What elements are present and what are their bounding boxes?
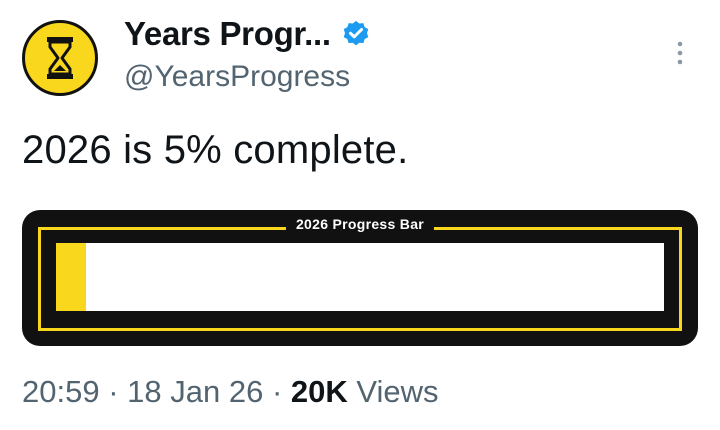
more-options-icon[interactable]	[668, 38, 692, 68]
progress-bar-track	[56, 243, 664, 311]
tweet-date[interactable]: 18 Jan 26	[127, 374, 263, 409]
author-display-name[interactable]: Years Progr...	[124, 15, 331, 53]
meta-separator: ·	[108, 374, 119, 409]
verified-badge-icon	[343, 20, 369, 46]
avatar[interactable]	[22, 20, 98, 96]
tweet-time[interactable]: 20:59	[22, 374, 100, 409]
tweet-text: 2026 is 5% complete.	[22, 128, 409, 172]
views-count: 20K	[290, 374, 348, 409]
progress-bar-fill	[56, 243, 87, 311]
progress-card[interactable]: 2026 Progress Bar	[22, 210, 698, 346]
meta-separator: ·	[271, 374, 283, 409]
tweet-meta: 20:59 · 18 Jan 26 · 20K Views	[22, 374, 439, 410]
author-name-row: Years Progr...	[124, 12, 371, 56]
views-label: Views	[356, 374, 439, 409]
author-handle[interactable]: @YearsProgress	[124, 60, 350, 94]
hourglass-icon	[47, 37, 73, 79]
progress-card-title: 2026 Progress Bar	[285, 216, 435, 232]
